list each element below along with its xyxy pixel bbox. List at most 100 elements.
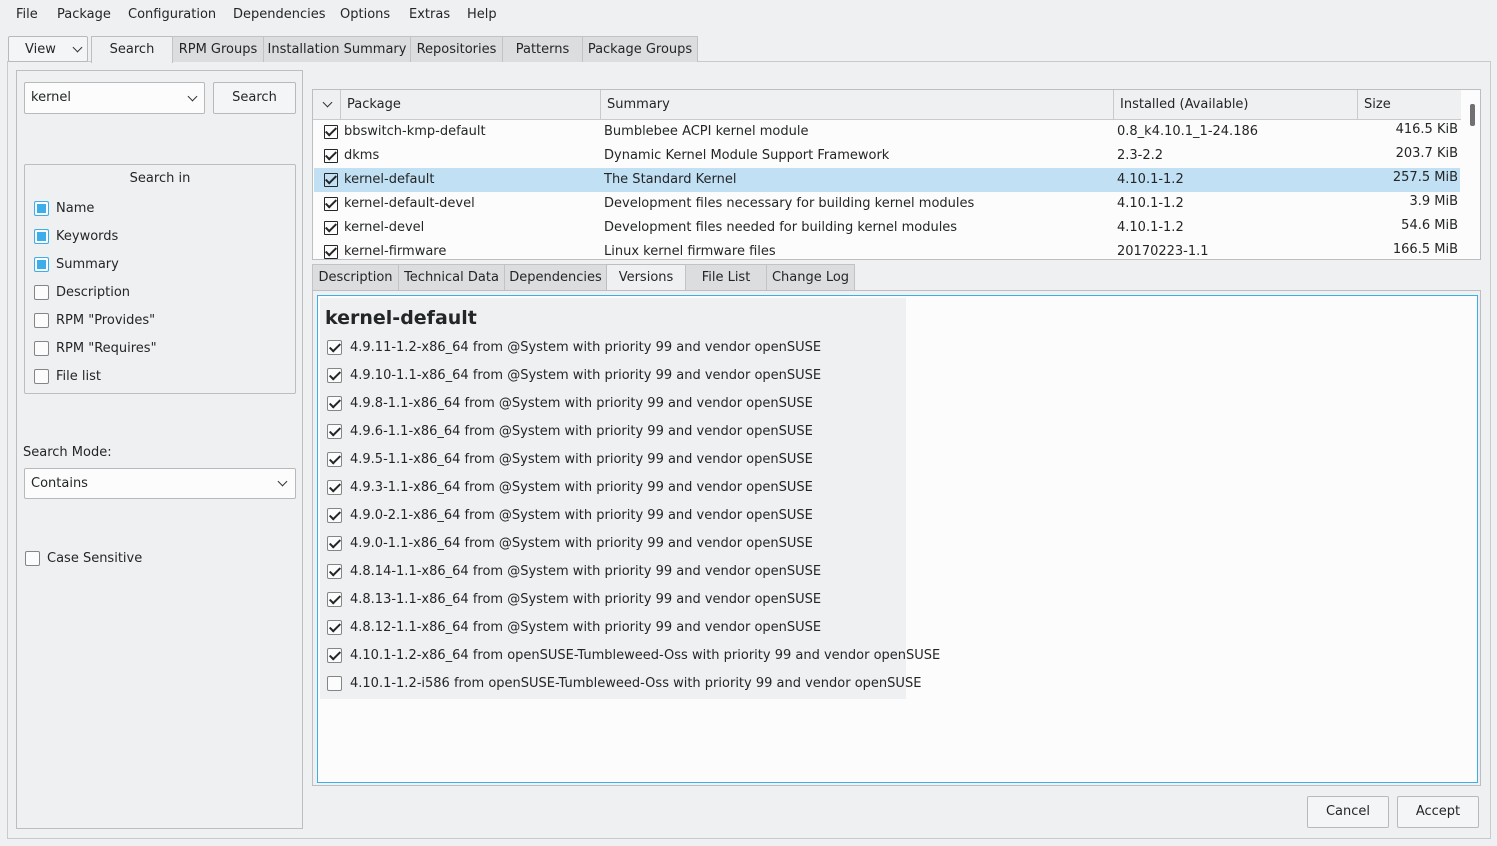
menu-help[interactable]: Help bbox=[467, 7, 497, 22]
version-checkbox[interactable] bbox=[327, 620, 342, 635]
chevron-down-icon bbox=[187, 91, 198, 102]
tab-rpm-groups[interactable]: RPM Groups bbox=[172, 36, 264, 62]
row-checkbox[interactable] bbox=[324, 173, 338, 187]
table-row[interactable]: dkms Dynamic Kernel Module Support Frame… bbox=[314, 144, 1460, 168]
row-checkbox[interactable] bbox=[324, 245, 338, 259]
version-label: 4.9.0-2.1-x86_64 from @System with prior… bbox=[350, 508, 813, 523]
row-size: 3.9 MiB bbox=[1409, 194, 1458, 209]
view-button[interactable]: View bbox=[8, 36, 88, 62]
versions-title: kernel-default bbox=[325, 307, 477, 329]
tab-dependencies[interactable]: Dependencies bbox=[504, 264, 607, 291]
version-checkbox[interactable] bbox=[327, 592, 342, 607]
option-summary-checkbox[interactable] bbox=[34, 257, 49, 272]
row-package: kernel-devel bbox=[344, 220, 425, 235]
version-label: 4.10.1-1.2-x86_64 from openSUSE-Tumblewe… bbox=[350, 648, 941, 663]
menu-bar: File Package Configuration Dependencies … bbox=[0, 0, 1497, 30]
row-installed: 4.10.1-1.2 bbox=[1117, 220, 1184, 235]
option-keywords-checkbox[interactable] bbox=[34, 229, 49, 244]
search-query-value: kernel bbox=[31, 90, 72, 105]
column-menu-button[interactable] bbox=[313, 90, 341, 120]
accept-button[interactable]: Accept bbox=[1397, 796, 1479, 828]
search-mode-combo[interactable]: Contains bbox=[24, 468, 296, 499]
row-checkbox[interactable] bbox=[324, 221, 338, 235]
menu-configuration[interactable]: Configuration bbox=[128, 7, 216, 22]
tab-repositories[interactable]: Repositories bbox=[410, 36, 503, 62]
search-query-combo[interactable]: kernel bbox=[24, 82, 205, 114]
menu-file[interactable]: File bbox=[16, 7, 38, 22]
option-rpm-requires-checkbox[interactable] bbox=[34, 341, 49, 356]
version-checkbox[interactable] bbox=[327, 536, 342, 551]
version-checkbox[interactable] bbox=[327, 676, 342, 691]
version-checkbox[interactable] bbox=[327, 564, 342, 579]
row-checkbox[interactable] bbox=[324, 197, 338, 211]
version-label: 4.9.5-1.1-x86_64 from @System with prior… bbox=[350, 452, 813, 467]
tab-change-log[interactable]: Change Log bbox=[766, 264, 855, 291]
table-row[interactable]: kernel-default-devel Development files n… bbox=[314, 192, 1460, 216]
case-sensitive-checkbox[interactable] bbox=[25, 551, 40, 566]
row-package: dkms bbox=[344, 148, 380, 163]
option-keywords-label: Keywords bbox=[56, 229, 119, 244]
option-name-checkbox[interactable] bbox=[34, 201, 49, 216]
menu-extras[interactable]: Extras bbox=[409, 7, 450, 22]
table-scrollbar[interactable] bbox=[1463, 90, 1480, 259]
column-installed[interactable]: Installed (Available) bbox=[1114, 90, 1358, 120]
row-summary: Linux kernel firmware files bbox=[604, 244, 776, 259]
option-rpm-provides-checkbox[interactable] bbox=[34, 313, 49, 328]
table-row[interactable]: kernel-devel Development files needed fo… bbox=[314, 216, 1460, 240]
tab-versions[interactable]: Versions bbox=[606, 264, 686, 292]
menu-options[interactable]: Options bbox=[340, 7, 390, 22]
column-summary[interactable]: Summary bbox=[601, 90, 1114, 120]
tab-installation-summary[interactable]: Installation Summary bbox=[263, 36, 411, 62]
cancel-button[interactable]: Cancel bbox=[1307, 796, 1389, 828]
row-summary: The Standard Kernel bbox=[604, 172, 737, 187]
menu-package[interactable]: Package bbox=[57, 7, 111, 22]
row-size: 54.6 MiB bbox=[1401, 218, 1458, 233]
version-label: 4.9.11-1.2-x86_64 from @System with prio… bbox=[350, 340, 822, 355]
version-checkbox[interactable] bbox=[327, 396, 342, 411]
chevron-down-icon bbox=[322, 97, 333, 108]
version-checkbox[interactable] bbox=[327, 508, 342, 523]
tab-search[interactable]: Search bbox=[91, 36, 173, 63]
search-mode-label: Search Mode: bbox=[23, 445, 112, 460]
option-description-checkbox[interactable] bbox=[34, 285, 49, 300]
versions-block: kernel-default 4.9.11-1.2-x86_64 from @S… bbox=[320, 298, 940, 699]
row-installed: 4.10.1-1.2 bbox=[1117, 172, 1184, 187]
table-row[interactable]: bbswitch-kmp-default Bumblebee ACPI kern… bbox=[314, 120, 1460, 144]
version-checkbox[interactable] bbox=[327, 424, 342, 439]
row-checkbox[interactable] bbox=[324, 149, 338, 163]
row-package: kernel-default bbox=[344, 172, 435, 187]
row-installed: 20170223-1.1 bbox=[1117, 244, 1209, 259]
tab-description[interactable]: Description bbox=[312, 264, 399, 291]
table-row-selected[interactable]: kernel-default The Standard Kernel 4.10.… bbox=[314, 168, 1460, 192]
tab-technical-data[interactable]: Technical Data bbox=[398, 264, 505, 291]
search-button[interactable]: Search bbox=[213, 82, 296, 114]
version-checkbox[interactable] bbox=[327, 480, 342, 495]
case-sensitive-label: Case Sensitive bbox=[47, 551, 143, 566]
table-row[interactable]: kernel-firmware Linux kernel firmware fi… bbox=[314, 240, 1460, 259]
version-checkbox[interactable] bbox=[327, 648, 342, 663]
column-size[interactable]: Size bbox=[1358, 90, 1461, 120]
menu-dependencies[interactable]: Dependencies bbox=[233, 7, 326, 22]
tab-file-list[interactable]: File List bbox=[685, 264, 767, 291]
option-description-label: Description bbox=[56, 285, 131, 300]
option-file-list-checkbox[interactable] bbox=[34, 369, 49, 384]
row-size: 257.5 MiB bbox=[1392, 170, 1458, 185]
version-label: 4.9.0-1.1-x86_64 from @System with prior… bbox=[350, 536, 813, 551]
version-checkbox[interactable] bbox=[327, 452, 342, 467]
row-size: 166.5 MiB bbox=[1392, 242, 1458, 257]
version-label: 4.8.14-1.1-x86_64 from @System with prio… bbox=[350, 564, 822, 579]
row-checkbox[interactable] bbox=[324, 125, 338, 139]
column-package[interactable]: Package bbox=[341, 90, 601, 120]
row-installed: 0.8_k4.10.1_1-24.186 bbox=[1117, 124, 1259, 139]
row-installed: 4.10.1-1.2 bbox=[1117, 196, 1184, 211]
scrollbar-thumb[interactable] bbox=[1470, 104, 1475, 126]
version-checkbox[interactable] bbox=[327, 340, 342, 355]
option-summary-label: Summary bbox=[56, 257, 119, 272]
version-checkbox[interactable] bbox=[327, 368, 342, 383]
tab-package-groups[interactable]: Package Groups bbox=[582, 36, 698, 62]
tab-patterns[interactable]: Patterns bbox=[502, 36, 583, 62]
row-summary: Dynamic Kernel Module Support Framework bbox=[604, 148, 890, 163]
table-header: Package Summary Installed (Available) Si… bbox=[313, 90, 1461, 120]
version-label: 4.9.3-1.1-x86_64 from @System with prior… bbox=[350, 480, 813, 495]
row-size: 203.7 KiB bbox=[1395, 146, 1458, 161]
